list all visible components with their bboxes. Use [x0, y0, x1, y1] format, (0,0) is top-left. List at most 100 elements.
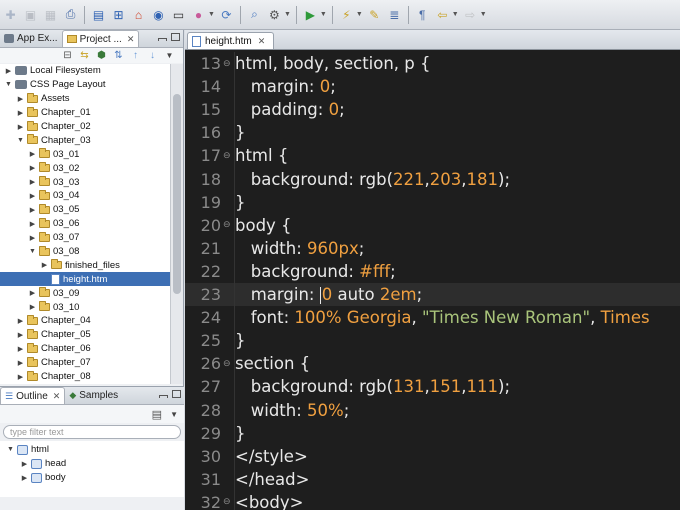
fold-toggle-icon[interactable]: ⊖	[221, 497, 235, 507]
print-icon[interactable]: ⎙	[62, 6, 79, 23]
fold-toggle-icon[interactable]: ⊖	[221, 220, 235, 230]
new-icon[interactable]: ✚	[2, 6, 19, 23]
close-icon[interactable]: ✕	[53, 391, 61, 402]
code-line[interactable]: 32 ⊖ <body>	[185, 491, 680, 510]
down-arrow-icon[interactable]: ↓	[147, 50, 158, 61]
code-line[interactable]: 21 width: 960px;	[185, 237, 680, 260]
code-line[interactable]: 14 margin: 0;	[185, 75, 680, 98]
web-icon[interactable]: ◉	[150, 6, 167, 23]
edit-icon[interactable]: ✎	[366, 6, 383, 23]
expanded-arrow-icon[interactable]: ▼	[4, 80, 13, 89]
outline-node[interactable]: ▶ body	[0, 471, 184, 485]
save-all-icon[interactable]: ▦	[42, 6, 59, 23]
expanded-arrow-icon[interactable]: ▼	[6, 445, 15, 454]
code-area[interactable]: 13 ⊖ html, body, section, p {14 margin: 0;…	[185, 52, 680, 510]
tree-item[interactable]: ▶ Chapter_01	[0, 106, 171, 120]
collapsed-arrow-icon[interactable]	[40, 275, 49, 284]
expanded-arrow-icon[interactable]: ▼	[28, 247, 37, 256]
list-icon[interactable]: ≣	[386, 6, 403, 23]
collapsed-arrow-icon[interactable]: ▶	[28, 219, 37, 228]
up-arrow-icon[interactable]: ↑	[130, 50, 141, 61]
tree-item[interactable]: ▶ 03_06	[0, 217, 171, 231]
outline-node[interactable]: ▼ html	[0, 443, 184, 457]
close-icon[interactable]: ✕	[127, 34, 135, 45]
tree-item[interactable]: ▶ 03_03	[0, 175, 171, 189]
code-line[interactable]: 31 </head>	[185, 468, 680, 491]
collapsed-arrow-icon[interactable]: ▶	[20, 473, 29, 482]
tree-item[interactable]: ▶ 03_07	[0, 231, 171, 245]
tab-samples[interactable]: ◆ Samples	[65, 387, 122, 404]
tree-item[interactable]: ▶ Chapter_02	[0, 120, 171, 134]
code-line[interactable]: 19}	[185, 191, 680, 214]
code-line[interactable]: 27 background: rgb(131,151,111);	[185, 375, 680, 398]
collapsed-arrow-icon[interactable]: ▶	[20, 459, 29, 468]
dropdown-arrow-icon[interactable]: ▼	[452, 11, 459, 18]
fold-toggle-icon[interactable]: ⊖	[221, 151, 235, 161]
tree-item[interactable]: ▼ Chapter_03	[0, 133, 171, 147]
tree-item[interactable]: ▶ 03_05	[0, 203, 171, 217]
view-menu-icon[interactable]: ▼	[170, 410, 178, 419]
sync-icon[interactable]: ⇅	[113, 50, 124, 61]
save-icon[interactable]: ▣	[22, 6, 39, 23]
hierarchy-icon[interactable]: ⊞	[110, 6, 127, 23]
code-line[interactable]: 13 ⊖ html, body, section, p {	[185, 52, 680, 75]
dropdown-arrow-icon[interactable]: ▼	[320, 11, 327, 18]
minimize-icon[interactable]	[158, 38, 167, 41]
refresh-icon[interactable]: ⟳	[218, 6, 235, 23]
collapsed-arrow-icon[interactable]: ▶	[28, 178, 37, 187]
tree-item[interactable]: ▶ Assets	[0, 92, 171, 106]
code-line[interactable]: 29}	[185, 422, 680, 445]
tree-item[interactable]: ▶ 03_04	[0, 189, 171, 203]
dropdown-arrow-icon[interactable]: ▼	[480, 11, 487, 18]
dropdown-arrow-icon[interactable]: ▼	[284, 11, 291, 18]
tree-item[interactable]: ▶ 03_09	[0, 286, 171, 300]
code-line[interactable]: 23 margin: 0 auto 2em;	[185, 283, 680, 307]
collapsed-arrow-icon[interactable]: ▶	[16, 330, 25, 339]
home-icon[interactable]: ⌂	[130, 6, 147, 23]
collapsed-arrow-icon[interactable]: ▶	[28, 205, 37, 214]
collapsed-arrow-icon[interactable]: ▶	[4, 66, 13, 75]
dropdown-arrow-icon[interactable]: ▼	[208, 11, 215, 18]
collapsed-arrow-icon[interactable]: ▶	[16, 316, 25, 325]
tree-item[interactable]: ▶ Local Filesystem	[0, 64, 171, 78]
code-line[interactable]: 24 font: 100% Georgia, "Times New Roman"…	[185, 306, 680, 329]
scrollbar-thumb[interactable]	[173, 94, 181, 294]
tree-item[interactable]: ▶ 03_01	[0, 147, 171, 161]
run-icon[interactable]: ▶	[302, 6, 319, 23]
fold-toggle-icon[interactable]: ⊖	[221, 359, 235, 369]
close-icon[interactable]: ✕	[258, 36, 266, 47]
code-line[interactable]: 26 ⊖ section {	[185, 352, 680, 375]
code-line[interactable]: 20 ⊖ body {	[185, 214, 680, 237]
tree-item[interactable]: height.htm	[0, 272, 171, 287]
gear-icon[interactable]: ⚙	[266, 6, 283, 23]
tab-app-explorer[interactable]: App Ex...	[0, 30, 62, 47]
code-line[interactable]: 15 padding: 0;	[185, 98, 680, 121]
tree-item[interactable]: ▶ finished_files	[0, 258, 171, 272]
collapsed-arrow-icon[interactable]: ▶	[28, 233, 37, 242]
tree-scrollbar[interactable]	[170, 64, 183, 384]
collapsed-arrow-icon[interactable]: ▶	[16, 372, 25, 381]
sort-icon[interactable]: ▤	[152, 408, 162, 421]
expanded-arrow-icon[interactable]: ▼	[16, 136, 25, 145]
tree-item[interactable]: ▶ Chapter_05	[0, 328, 171, 342]
collapsed-arrow-icon[interactable]: ▶	[28, 191, 37, 200]
tree-item[interactable]: ▼ 03_08	[0, 245, 171, 259]
code-line[interactable]: 18 background: rgb(221,203,181);	[185, 168, 680, 191]
collapsed-arrow-icon[interactable]: ▶	[16, 108, 25, 117]
collapsed-arrow-icon[interactable]: ▶	[28, 150, 37, 159]
cube-icon[interactable]: ⬢	[96, 50, 107, 61]
monitor-icon[interactable]: ▭	[170, 6, 187, 23]
tree-item[interactable]: ▶ Chapter_07	[0, 356, 171, 370]
outline-filter-input[interactable]: type filter text	[3, 425, 181, 439]
tab-outline[interactable]: ☰ Outline ✕	[0, 387, 66, 404]
code-line[interactable]: 28 width: 50%;	[185, 399, 680, 422]
view-menu-icon[interactable]: ▼	[164, 50, 175, 61]
dropdown-arrow-icon[interactable]: ▼	[356, 11, 363, 18]
tree-item[interactable]: ▶ Chapter_06	[0, 342, 171, 356]
collapsed-arrow-icon[interactable]: ▶	[28, 289, 37, 298]
collapsed-arrow-icon[interactable]: ▶	[16, 344, 25, 353]
collapsed-arrow-icon[interactable]: ▶	[16, 358, 25, 367]
search-icon[interactable]: ⌕	[246, 6, 263, 23]
code-line[interactable]: 22 background: #fff;	[185, 260, 680, 283]
tree-item[interactable]: ▼ CSS Page Layout	[0, 78, 171, 92]
